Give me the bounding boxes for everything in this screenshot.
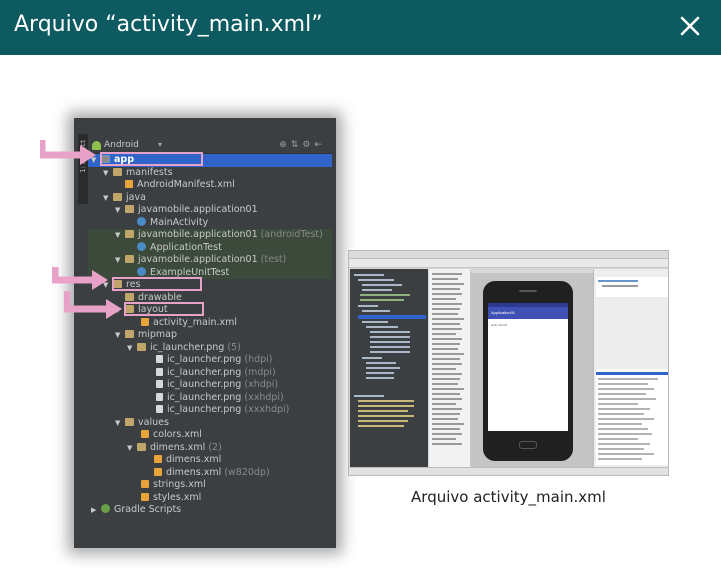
image-file-icon [156, 392, 163, 401]
ide-layout-editor-image: Application01 Hello World! [348, 250, 669, 476]
tree-item: ic_launcher.png (xxxhdpi) [156, 404, 289, 417]
tree-item: ▼ javamobile.application01 (test) [115, 254, 287, 265]
tree-item: dimens.xml (w820dp) [154, 467, 270, 480]
pointer-arrow-icon [52, 267, 108, 290]
properties-table [596, 369, 668, 465]
package-icon [125, 230, 134, 238]
modal-header: Arquivo “activity_main.xml” [0, 0, 721, 55]
ide-statusbar [349, 467, 668, 475]
folder-icon [137, 442, 146, 451]
modal-title: Arquivo “activity_main.xml” [14, 12, 323, 37]
xml-file-icon [141, 492, 149, 501]
folder-icon [137, 342, 146, 351]
xml-file-icon [141, 480, 149, 488]
folder-icon [125, 292, 134, 301]
highlight-box-layout [124, 302, 204, 316]
tree-item: ▼ java [103, 191, 146, 203]
class-icon [137, 241, 146, 251]
tree-item: ApplicationTest [137, 241, 222, 255]
tree-item: styles.xml [141, 492, 201, 505]
tree-item: AndroidManifest.xml [125, 179, 235, 192]
class-icon [137, 216, 146, 226]
close-button[interactable] [673, 9, 707, 43]
gradle-icon [101, 504, 110, 513]
ide-titlebar [349, 251, 668, 259]
image-caption: Arquivo activity_main.xml [411, 488, 606, 506]
xml-file-icon [141, 430, 149, 438]
tree-item: ic_launcher.png (hdpi) [156, 354, 273, 367]
package-icon [125, 255, 134, 263]
ide-palette-panel [429, 269, 471, 467]
ide-toolbar [349, 259, 668, 268]
xml-file-icon [141, 317, 149, 326]
folder-icon [125, 417, 134, 426]
pointer-arrow-icon [40, 140, 96, 165]
tree-item: ▼ values [115, 416, 169, 428]
pointer-arrow-icon [64, 291, 122, 319]
image-file-icon [156, 405, 163, 413]
tree-item: ▼ dimens.xml (2) [127, 441, 222, 453]
tree-item: ic_launcher.png (xhdpi) [156, 379, 278, 392]
package-icon [125, 205, 134, 213]
image-file-icon [156, 367, 163, 376]
xml-file-icon [125, 180, 133, 188]
ide-properties-panel [593, 269, 668, 467]
tree-item: strings.xml [141, 479, 206, 492]
tree-item: ▼ javamobile.application01 [115, 204, 258, 215]
project-view-label: Android [104, 140, 139, 150]
tree-item: ▼ mipmap [115, 329, 178, 340]
preview-text: Hello World! [491, 323, 508, 327]
ide-design-canvas: Application01 Hello World! [471, 273, 593, 467]
tree-item: ▼ javamobile.application01 (androidTest) [115, 229, 323, 240]
xml-file-icon [154, 467, 162, 476]
folder-icon [113, 167, 122, 176]
project-tree-image: 1: Project Android ▾ ⊕⇅⚙⇤ ▼app ▼manifest… [78, 122, 332, 544]
tree-item: ic_launcher.png (xxhdpi) [156, 392, 284, 405]
folder-icon [113, 192, 122, 201]
image-file-icon [156, 355, 163, 363]
chevron-down-icon: ▾ [158, 140, 163, 149]
phone-screen: Application01 Hello World! [488, 303, 568, 431]
ide-project-panel [350, 269, 428, 467]
tree-item: ▶ Gradle Scripts [91, 504, 182, 515]
xml-file-icon [154, 455, 162, 463]
toolbar-icons: ⊕⇅⚙⇤ [279, 140, 326, 150]
class-icon [137, 266, 146, 276]
image-file-icon [156, 380, 163, 388]
tree-item: colors.xml [141, 429, 202, 442]
component-tree [596, 277, 668, 297]
tree-item: ic_launcher.png (mdpi) [156, 367, 276, 380]
folder-icon [125, 330, 134, 338]
preview-app-bar: Application01 [488, 307, 568, 319]
tree-item: MainActivity [137, 216, 208, 230]
phone-preview: Application01 Hello World! [483, 281, 573, 461]
highlight-box-res [112, 277, 202, 291]
highlight-box-app [100, 152, 203, 166]
close-icon [680, 16, 700, 36]
tree-item: dimens.xml [154, 454, 221, 467]
tree-item: ▼ manifests [103, 166, 173, 178]
tree-item: activity_main.xml [141, 317, 237, 330]
tree-item: ▼ ic_launcher.png (5) [127, 341, 241, 353]
